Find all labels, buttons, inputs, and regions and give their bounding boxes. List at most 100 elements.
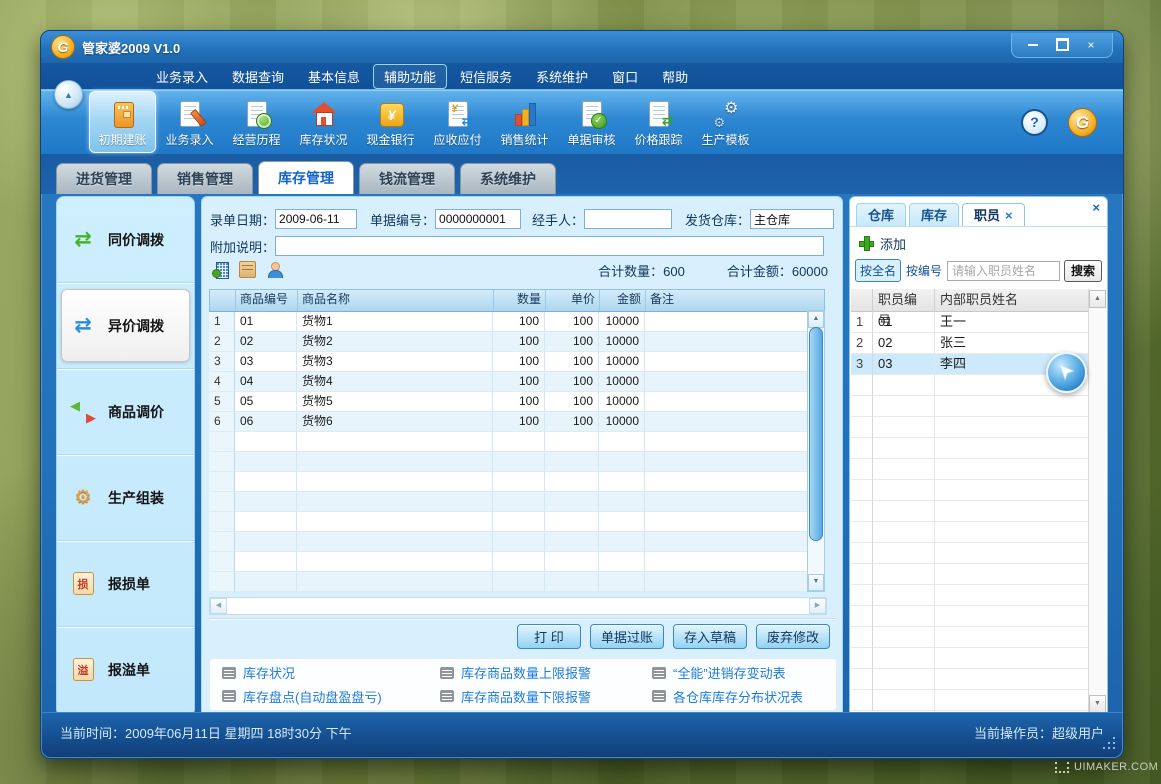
table-row-empty: [209, 532, 809, 552]
doc-no-input[interactable]: [435, 209, 521, 229]
menu-item-auxiliary[interactable]: 辅助功能: [373, 64, 447, 89]
save-draft-button[interactable]: 存入草稿: [673, 624, 747, 649]
scroll-up-icon[interactable]: ▲: [1089, 290, 1106, 308]
link-allround-change-report[interactable]: “全能”进销存变动表: [652, 663, 836, 682]
scroll-up-icon[interactable]: ▲: [808, 311, 824, 328]
staff-table-header: 职员编号 内部职员姓名: [851, 289, 1089, 312]
scroll-down-icon[interactable]: ▼: [808, 574, 824, 591]
tab-stock[interactable]: 库存: [909, 203, 959, 227]
table-row[interactable]: 1 01 货物1 100 100 10000: [209, 312, 809, 332]
table-row-empty: [209, 572, 809, 592]
report-icon: [652, 690, 666, 702]
loss-stamp-icon: 损: [70, 571, 96, 597]
menu-item-business-entry[interactable]: 业务录入: [145, 64, 219, 89]
tab-sales-management[interactable]: 销售管理: [157, 163, 253, 194]
tab-close-icon[interactable]: ×: [1005, 208, 1013, 223]
tab-purchase-management[interactable]: 进货管理: [56, 163, 152, 194]
toolbar-button-production-template[interactable]: 生产模板: [692, 91, 759, 153]
staff-row[interactable]: 2 02 张三: [851, 333, 1089, 354]
menu-item-system-maintenance[interactable]: 系统维护: [525, 64, 599, 89]
scroll-right-icon[interactable]: ▶: [809, 598, 826, 614]
tab-staff[interactable]: 职员×: [962, 203, 1025, 227]
rollup-button[interactable]: ▲: [54, 80, 83, 109]
ledger-icon: [108, 99, 138, 129]
link-stock-status[interactable]: 库存状况: [222, 663, 440, 682]
toolbar-button-receivable-payable[interactable]: 应收应付: [424, 91, 491, 153]
menu-item-window[interactable]: 窗口: [601, 64, 649, 89]
note-input[interactable]: [275, 236, 824, 256]
table-row[interactable]: 4 04 货物4 100 100 10000: [209, 372, 809, 392]
help-icon[interactable]: ?: [1021, 109, 1048, 136]
link-lower-limit-alert[interactable]: 库存商品数量下限报警: [440, 687, 652, 706]
total-amount: 合计金额：60000: [727, 261, 828, 280]
staff-row-empty: [851, 438, 1089, 459]
staff-row-empty: [851, 480, 1089, 501]
warehouse-building-icon[interactable]: [212, 262, 229, 278]
minimize-button[interactable]: [1020, 36, 1046, 53]
sidebar-item-goods-price-adjust[interactable]: 商品调价: [57, 368, 194, 454]
add-staff-button[interactable]: 添加: [860, 234, 906, 253]
sidebar-item-same-price-transfer[interactable]: ⇄ 同价调拨: [57, 197, 194, 282]
sidebar-item-surplus-report[interactable]: 溢 报溢单: [57, 626, 194, 712]
goods-box-icon[interactable]: [239, 261, 256, 278]
table-row[interactable]: 2 02 货物2 100 100 10000: [209, 332, 809, 352]
history-doc-icon: [242, 99, 272, 129]
close-button[interactable]: ×: [1078, 36, 1104, 53]
date-input[interactable]: [275, 209, 357, 229]
items-table: 商品编号 商品名称 数量 单价 金额 备注 1 01 货物1 100 100 1…: [209, 289, 825, 592]
tab-inventory-management[interactable]: 库存管理: [258, 161, 354, 194]
toolbar-button-business-entry[interactable]: 业务录入: [156, 91, 223, 153]
menu-item-data-query[interactable]: 数据查询: [221, 64, 295, 89]
col-price: 单价: [546, 290, 600, 311]
sidebar-item-diff-price-transfer[interactable]: ⇄ 异价调拨: [57, 282, 194, 368]
status-bar: 当前时间：2009年06月11日 星期四 18时30分 下午 当前操作员：超级用…: [42, 712, 1122, 757]
toolbar-button-stock-status[interactable]: 库存状况: [290, 91, 357, 153]
search-button[interactable]: 搜索: [1064, 260, 1102, 282]
warehouse-input[interactable]: [750, 209, 834, 229]
filter-by-name-chip[interactable]: 按全名: [855, 259, 901, 282]
link-upper-limit-alert[interactable]: 库存商品数量上限报警: [440, 663, 652, 682]
scroll-down-icon[interactable]: ▼: [1089, 695, 1106, 713]
tab-cashflow-management[interactable]: 钱流管理: [359, 163, 455, 194]
table-row[interactable]: 5 05 货物5 100 100 10000: [209, 392, 809, 412]
toolbar-button-voucher-audit[interactable]: 单据审核: [558, 91, 625, 153]
staff-row[interactable]: 1 01 王一: [851, 312, 1089, 333]
staff-search-input[interactable]: [947, 261, 1060, 281]
toolbar-button-price-tracking[interactable]: 价格跟踪: [625, 91, 692, 153]
menu-item-help[interactable]: 帮助: [651, 64, 699, 89]
menu-item-sms-service[interactable]: 短信服务: [449, 64, 523, 89]
horizontal-scrollbar[interactable]: ◀ ▶: [209, 597, 827, 615]
scrollbar-thumb[interactable]: [809, 327, 823, 541]
link-stock-check[interactable]: 库存盘点(自动盘盈盘亏): [222, 687, 440, 706]
print-button[interactable]: 打 印: [517, 624, 581, 649]
menu-item-basic-info[interactable]: 基本信息: [297, 64, 371, 89]
tab-system-maintenance[interactable]: 系统维护: [460, 163, 556, 194]
post-voucher-button[interactable]: 单据过账: [590, 624, 664, 649]
transfer-arrows-icon: ⇄: [70, 227, 96, 253]
menu-bar: 业务录入 数据查询 基本信息 辅助功能 短信服务 系统维护 窗口 帮助: [41, 63, 1123, 89]
col-rownum: [210, 290, 236, 311]
filter-by-code[interactable]: 按编号: [905, 262, 943, 279]
toolbar-button-cash-bank[interactable]: 现金银行: [357, 91, 424, 153]
handler-input[interactable]: [584, 209, 672, 229]
staff-scrollbar[interactable]: ▲ ▼: [1088, 289, 1106, 714]
tab-warehouse[interactable]: 仓库: [856, 203, 906, 227]
window-title: 管家婆2009 V1.0: [82, 38, 180, 57]
table-row[interactable]: 6 06 货物6 100 100 10000: [209, 412, 809, 432]
table-row[interactable]: 3 03 货物3 100 100 10000: [209, 352, 809, 372]
link-warehouse-distribution[interactable]: 各仓库库存分布状况表: [652, 687, 836, 706]
scroll-left-icon[interactable]: ◀: [210, 598, 227, 614]
resize-grip[interactable]: [1103, 737, 1117, 751]
discard-changes-button[interactable]: 废弃修改: [756, 624, 830, 649]
panel-close-icon[interactable]: ×: [1092, 200, 1100, 215]
vertical-scrollbar[interactable]: ▲ ▼: [807, 310, 825, 592]
toolbar-button-business-history[interactable]: 经营历程: [223, 91, 290, 153]
sidebar-item-loss-report[interactable]: 损 报损单: [57, 540, 194, 626]
maximize-button[interactable]: [1049, 36, 1075, 53]
toolbar-button-initial-accounts[interactable]: 初期建账: [89, 91, 156, 153]
sidebar-item-production-assembly[interactable]: ⚙ 生产组装: [57, 454, 194, 540]
action-buttons: 打 印 单据过账 存入草稿 废弃修改: [517, 624, 830, 649]
staff-person-icon[interactable]: [266, 262, 282, 278]
price-arrows-icon: [644, 99, 674, 129]
toolbar-button-sales-stats[interactable]: 销售统计: [491, 91, 558, 153]
